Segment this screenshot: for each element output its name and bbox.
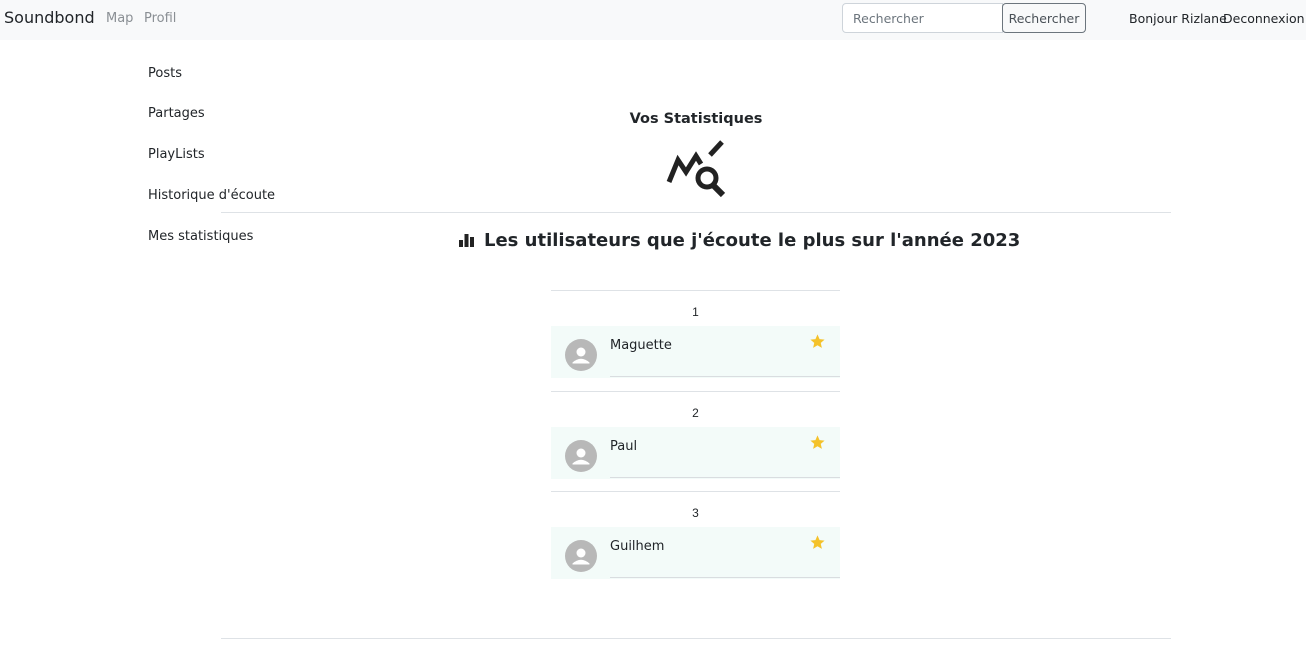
divider-top — [221, 212, 1171, 213]
sidebar-item-historique[interactable]: Historique d'écoute — [148, 188, 275, 203]
rank-number: 3 — [692, 506, 699, 520]
user-icon — [572, 448, 590, 465]
divider — [610, 376, 840, 377]
divider — [610, 477, 840, 478]
nav-link-profil[interactable]: Profil — [144, 11, 176, 26]
avatar — [565, 339, 597, 371]
rank-number: 2 — [692, 406, 699, 420]
divider-bottom — [221, 638, 1171, 639]
user-icon — [572, 347, 590, 364]
divider — [551, 391, 840, 392]
user-icon — [572, 548, 590, 565]
search-input[interactable] — [842, 3, 1003, 33]
sidebar-item-partages[interactable]: Partages — [148, 106, 205, 121]
user-card[interactable]: Paul — [551, 427, 840, 479]
page-title: Vos Statistiques — [629, 111, 763, 127]
divider — [551, 491, 840, 492]
divider — [551, 290, 840, 291]
search-button[interactable]: Rechercher — [1002, 3, 1086, 33]
star-icon[interactable] — [809, 434, 826, 451]
user-card[interactable]: Maguette — [551, 326, 840, 378]
greeting-text: Bonjour Rizlane — [1129, 11, 1227, 26]
chart-search-icon — [666, 140, 726, 198]
user-name[interactable]: Maguette — [610, 338, 672, 353]
star-icon[interactable] — [809, 333, 826, 350]
avatar — [565, 440, 597, 472]
user-name[interactable]: Guilhem — [610, 539, 664, 554]
avatar — [565, 540, 597, 572]
section-header: Les utilisateurs que j'écoute le plus su… — [458, 227, 1020, 253]
sidebar-item-statistiques[interactable]: Mes statistiques — [148, 229, 253, 244]
rank-number: 1 — [692, 305, 699, 319]
star-icon[interactable] — [809, 534, 826, 551]
section-title: Les utilisateurs que j'écoute le plus su… — [484, 229, 1021, 251]
logout-link[interactable]: Deconnexion — [1223, 11, 1305, 26]
user-name[interactable]: Paul — [610, 439, 637, 454]
brand-logo[interactable]: Soundbond — [4, 8, 95, 27]
navbar: Soundbond Map Profil Rechercher Bonjour … — [0, 0, 1306, 40]
bar-chart-icon — [459, 233, 474, 247]
nav-link-map[interactable]: Map — [106, 11, 133, 26]
sidebar-item-posts[interactable]: Posts — [148, 66, 182, 81]
divider — [610, 577, 840, 578]
sidebar-item-playlists[interactable]: PlayLists — [148, 147, 205, 162]
user-card[interactable]: Guilhem — [551, 527, 840, 579]
